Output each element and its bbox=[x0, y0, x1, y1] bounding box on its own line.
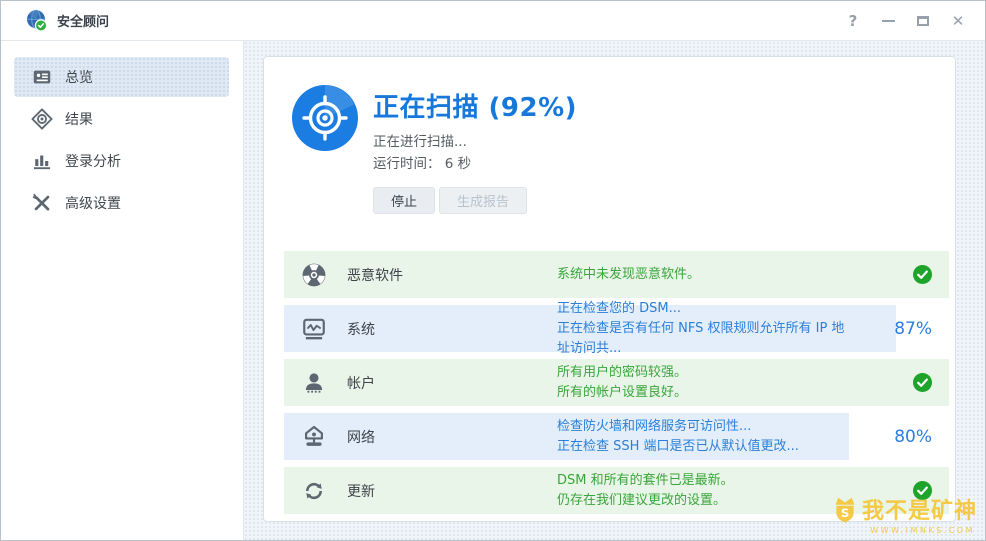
scan-title: 正在扫描 (92%) bbox=[373, 93, 578, 123]
generate-report-button[interactable]: 生成报告 bbox=[439, 187, 528, 214]
scan-status-line: 正在进行扫描... bbox=[373, 134, 467, 150]
results-target-icon bbox=[31, 108, 53, 130]
scan-target-icon bbox=[292, 85, 358, 151]
scan-info: 正在扫描 (92%) 正在进行扫描... 运行时间： 6 秒 停止 生成报告 bbox=[373, 85, 577, 214]
window-controls: ? ✕ bbox=[842, 10, 969, 32]
row-result bbox=[849, 265, 949, 284]
scan-row-system: 系统 正在检查您的 DSM... 正在检查是否有任何 NFS 权限规则允许所有 … bbox=[284, 301, 949, 356]
network-icon bbox=[301, 424, 327, 450]
row-result bbox=[849, 481, 949, 500]
sidebar-item-label: 结果 bbox=[65, 112, 93, 128]
scan-row-account: 帐户 所有用户的密码较强。 所有的帐户设置良好。 bbox=[284, 359, 949, 406]
titlebar-left: 安全顾问 bbox=[25, 9, 109, 32]
row-label: 帐户 bbox=[347, 375, 375, 392]
close-icon[interactable]: ✕ bbox=[947, 10, 969, 32]
row-result bbox=[849, 373, 949, 392]
stop-button[interactable]: 停止 bbox=[373, 187, 436, 214]
sidebar-item-overview[interactable]: 总览 bbox=[14, 57, 229, 97]
titlebar: 安全顾问 ? ✕ bbox=[1, 1, 985, 41]
main-panel: 正在扫描 (92%) 正在进行扫描... 运行时间： 6 秒 停止 生成报告 恶… bbox=[244, 41, 985, 540]
row-status: 所有用户的密码较强。 所有的帐户设置良好。 bbox=[557, 364, 688, 400]
sidebar-item-advanced-settings[interactable]: 高级设置 bbox=[14, 183, 229, 223]
row-result: 80% bbox=[849, 427, 949, 447]
row-status: 系统中未发现恶意软件。 bbox=[557, 266, 701, 282]
update-refresh-icon bbox=[301, 478, 327, 504]
scan-runtime-line: 运行时间： 6 秒 bbox=[373, 156, 472, 172]
scan-category-list: 恶意软件 系统中未发现恶意软件。 系统 正在检查您的 DSM... 正在检查是否… bbox=[284, 251, 949, 514]
progress-percent: 87% bbox=[894, 318, 932, 339]
row-label: 网络 bbox=[347, 429, 375, 446]
sidebar-item-login-analysis[interactable]: 登录分析 bbox=[14, 141, 229, 181]
account-icon bbox=[301, 370, 327, 396]
app-logo-icon bbox=[25, 9, 48, 32]
scan-row-malware: 恶意软件 系统中未发现恶意软件。 bbox=[284, 251, 949, 298]
sidebar-item-label: 高级设置 bbox=[65, 196, 121, 212]
scan-row-network: 网络 检查防火墙和网络服务可访问性... 正在检查 SSH 端口是否已从默认值更… bbox=[284, 413, 949, 460]
app-title: 安全顾问 bbox=[57, 15, 110, 30]
row-label: 恶意软件 bbox=[347, 267, 403, 284]
scan-header: 正在扫描 (92%) 正在进行扫描... 运行时间： 6 秒 停止 生成报告 bbox=[264, 57, 955, 214]
progress-percent: 80% bbox=[894, 426, 932, 447]
minimize-icon[interactable] bbox=[877, 10, 899, 32]
row-label: 更新 bbox=[347, 483, 375, 500]
sidebar-item-label: 登录分析 bbox=[65, 154, 121, 170]
overview-card: 正在扫描 (92%) 正在进行扫描... 运行时间： 6 秒 停止 生成报告 恶… bbox=[263, 56, 956, 522]
help-icon[interactable]: ? bbox=[842, 10, 864, 32]
scan-row-update: 更新 DSM 和所有的套件已是最新。 仍存在我们建议更改的设置。 bbox=[284, 467, 949, 514]
tools-icon bbox=[31, 192, 53, 214]
bar-chart-icon bbox=[31, 150, 53, 172]
row-status: 检查防火墙和网络服务可访问性... 正在检查 SSH 端口是否已从默认值更改..… bbox=[557, 418, 799, 454]
malware-icon bbox=[301, 262, 327, 288]
overview-icon bbox=[31, 66, 53, 88]
row-result: 87% bbox=[849, 319, 949, 339]
check-icon bbox=[913, 373, 932, 392]
row-status: 正在检查您的 DSM... 正在检查是否有任何 NFS 权限规则允许所有 IP … bbox=[557, 300, 845, 356]
sidebar-item-results[interactable]: 结果 bbox=[14, 99, 229, 139]
scan-buttons: 停止 生成报告 bbox=[373, 187, 577, 214]
maximize-icon[interactable] bbox=[912, 10, 934, 32]
check-icon bbox=[913, 265, 932, 284]
check-icon bbox=[913, 481, 932, 500]
watermark-url: WWW.IMNKS.COM bbox=[870, 526, 975, 535]
security-advisor-window: 安全顾问 ? ✕ 总览 结果 登录分析 高级设置 正在扫描 (92%) 正在进行… bbox=[0, 0, 986, 541]
row-status: DSM 和所有的套件已是最新。 仍存在我们建议更改的设置。 bbox=[557, 472, 734, 508]
row-label: 系统 bbox=[347, 321, 375, 338]
sidebar: 总览 结果 登录分析 高级设置 bbox=[1, 41, 244, 540]
sidebar-item-label: 总览 bbox=[65, 70, 93, 86]
system-icon bbox=[301, 316, 327, 342]
